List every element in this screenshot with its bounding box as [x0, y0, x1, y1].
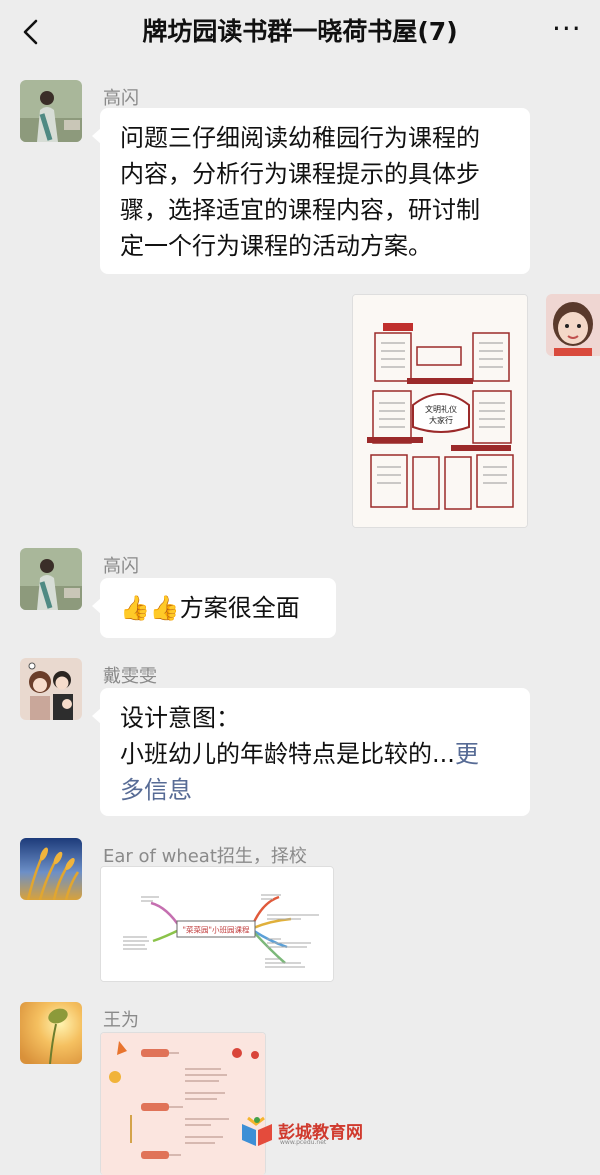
- more-info-link[interactable]: 更: [455, 740, 479, 768]
- sender-name: 戴雯雯: [103, 666, 157, 687]
- watermark-sub: www.pcedu.net: [280, 1139, 327, 1146]
- more-info-link[interactable]: 多信息: [120, 772, 510, 808]
- message-bubble[interactable]: 设计意图： 小班幼儿的年龄特点是比较的...更 多信息: [92, 688, 530, 816]
- avatar[interactable]: [20, 548, 82, 610]
- message-line: 骤，选择适宜的课程内容，研讨制: [120, 196, 480, 224]
- sender-name: 高闪: [103, 88, 139, 109]
- image-message[interactable]: 文明礼仪 大家行: [352, 294, 528, 528]
- image-label: "菜菜园"小班园课程: [183, 925, 250, 935]
- message-line: 定一个行为课程的活动方案。: [120, 232, 432, 260]
- image-label: 大家行: [429, 415, 453, 425]
- avatar[interactable]: [20, 1002, 82, 1064]
- chat-header: 牌坊园读书群一晓荷书屋(7) ···: [0, 0, 600, 66]
- chat-title: 牌坊园读书群一晓荷书屋(7): [142, 17, 458, 46]
- avatar[interactable]: [20, 838, 82, 900]
- sender-name: 高闪: [103, 556, 139, 577]
- message-bubble[interactable]: 问题三仔细阅读幼稚园行为课程的 内容，分析行为课程提示的具体步 骤，选择适宜的课…: [92, 108, 530, 274]
- sender-name: Ear of wheat招生，择校: [103, 846, 307, 867]
- chevron-left-icon[interactable]: [18, 18, 46, 46]
- image-message[interactable]: "菜菜园"小班园课程: [100, 866, 334, 982]
- self-avatar[interactable]: [546, 294, 600, 356]
- sender-name: 王为: [103, 1010, 139, 1031]
- message-line: 小班幼儿的年龄特点是比较的...: [120, 740, 455, 768]
- book-logo-icon: [242, 1116, 272, 1146]
- message-bubble[interactable]: 👍👍方案很全面: [92, 578, 336, 638]
- avatar[interactable]: [20, 658, 82, 720]
- message-line: 问题三仔细阅读幼稚园行为课程的: [120, 124, 480, 152]
- ellipsis-icon[interactable]: ···: [552, 15, 586, 43]
- image-label: 文明礼仪: [425, 404, 457, 414]
- avatar[interactable]: [20, 80, 82, 142]
- watermark-logo: 彭城教育网 www.pcedu.net: [240, 1114, 370, 1148]
- message-line: 设计意图：: [120, 704, 240, 732]
- message-text: 方案很全面: [179, 594, 300, 622]
- thumbs-up-icon: 👍👍: [120, 594, 180, 622]
- image-message[interactable]: [100, 1032, 266, 1175]
- message-line: 内容，分析行为课程提示的具体步: [120, 160, 480, 188]
